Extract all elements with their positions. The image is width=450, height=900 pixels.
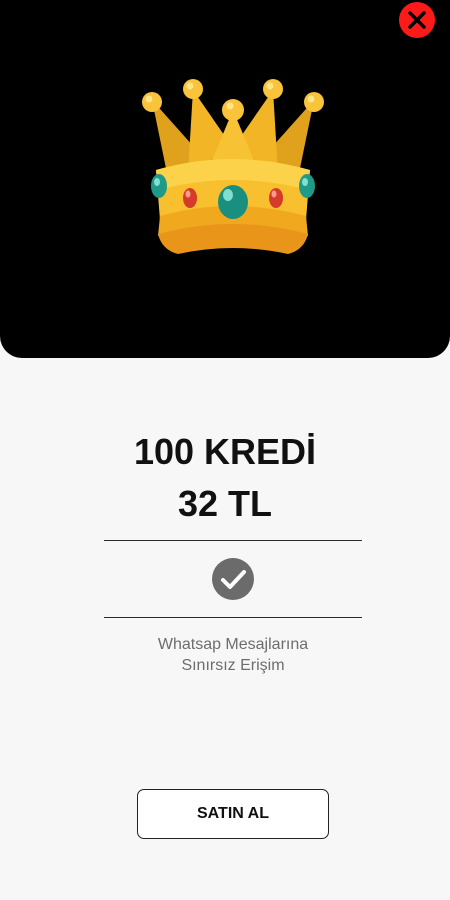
divider <box>104 540 362 541</box>
close-button[interactable] <box>399 2 435 38</box>
divider <box>104 617 362 618</box>
crown-icon <box>138 78 328 258</box>
close-icon <box>408 11 426 29</box>
feature-description: Whatsap Mesajlarına Sınırsız Erişim <box>0 634 450 676</box>
checkmark-circle-icon <box>211 557 255 601</box>
feature-line: Sınırsız Erişim <box>181 657 285 674</box>
feature-line: Whatsap Mesajlarına <box>157 636 309 653</box>
product-price: 32 TL <box>177 483 273 524</box>
product-title: 100 KREDİ <box>133 431 317 472</box>
buy-button[interactable]: SATIN AL <box>137 789 329 839</box>
purchase-dialog: 100 KREDİ 32 TL Whatsap Mesajlarına Sını… <box>0 0 450 900</box>
hero-banner <box>0 0 450 358</box>
